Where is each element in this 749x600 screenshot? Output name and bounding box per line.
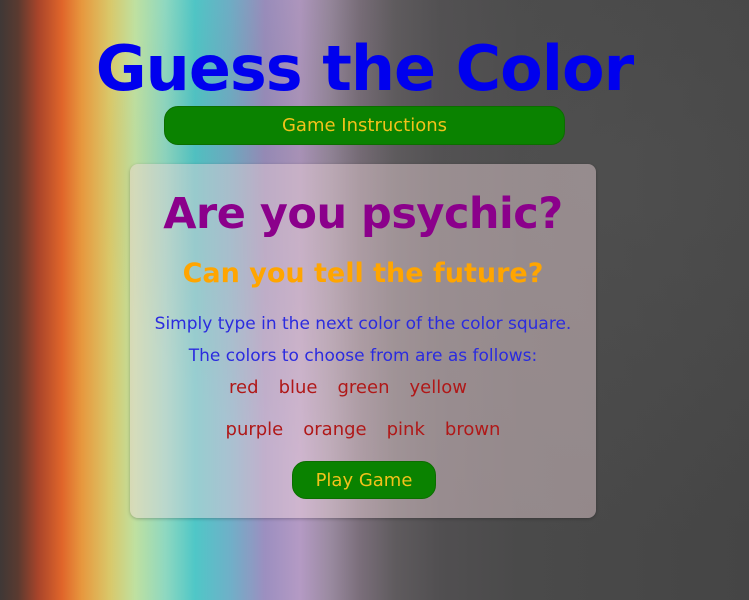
color-list-row-1: red blue green yellow <box>130 376 596 400</box>
color-option: red <box>229 377 259 398</box>
color-option: yellow <box>409 377 467 398</box>
play-game-button[interactable]: Play Game <box>292 461 436 499</box>
color-option: purple <box>225 419 284 440</box>
instructions-line-2: The colors to choose from are as follows… <box>188 346 538 366</box>
game-instructions-button[interactable]: Game Instructions <box>164 106 565 145</box>
color-option: brown <box>444 419 501 440</box>
page-title: Guess the Color <box>95 32 634 105</box>
card-subheading: Can you tell the future? <box>182 258 544 289</box>
color-option: blue <box>278 377 318 398</box>
color-option: pink <box>386 419 425 440</box>
instructions-line-1: Simply type in the next color of the col… <box>154 314 572 334</box>
color-list-row-2: purple orange pink brown <box>130 418 596 442</box>
intro-card: Are you psychic? Can you tell the future… <box>130 164 596 518</box>
color-option: orange <box>303 419 367 440</box>
card-heading: Are you psychic? <box>163 189 563 239</box>
color-option: green <box>337 377 390 398</box>
